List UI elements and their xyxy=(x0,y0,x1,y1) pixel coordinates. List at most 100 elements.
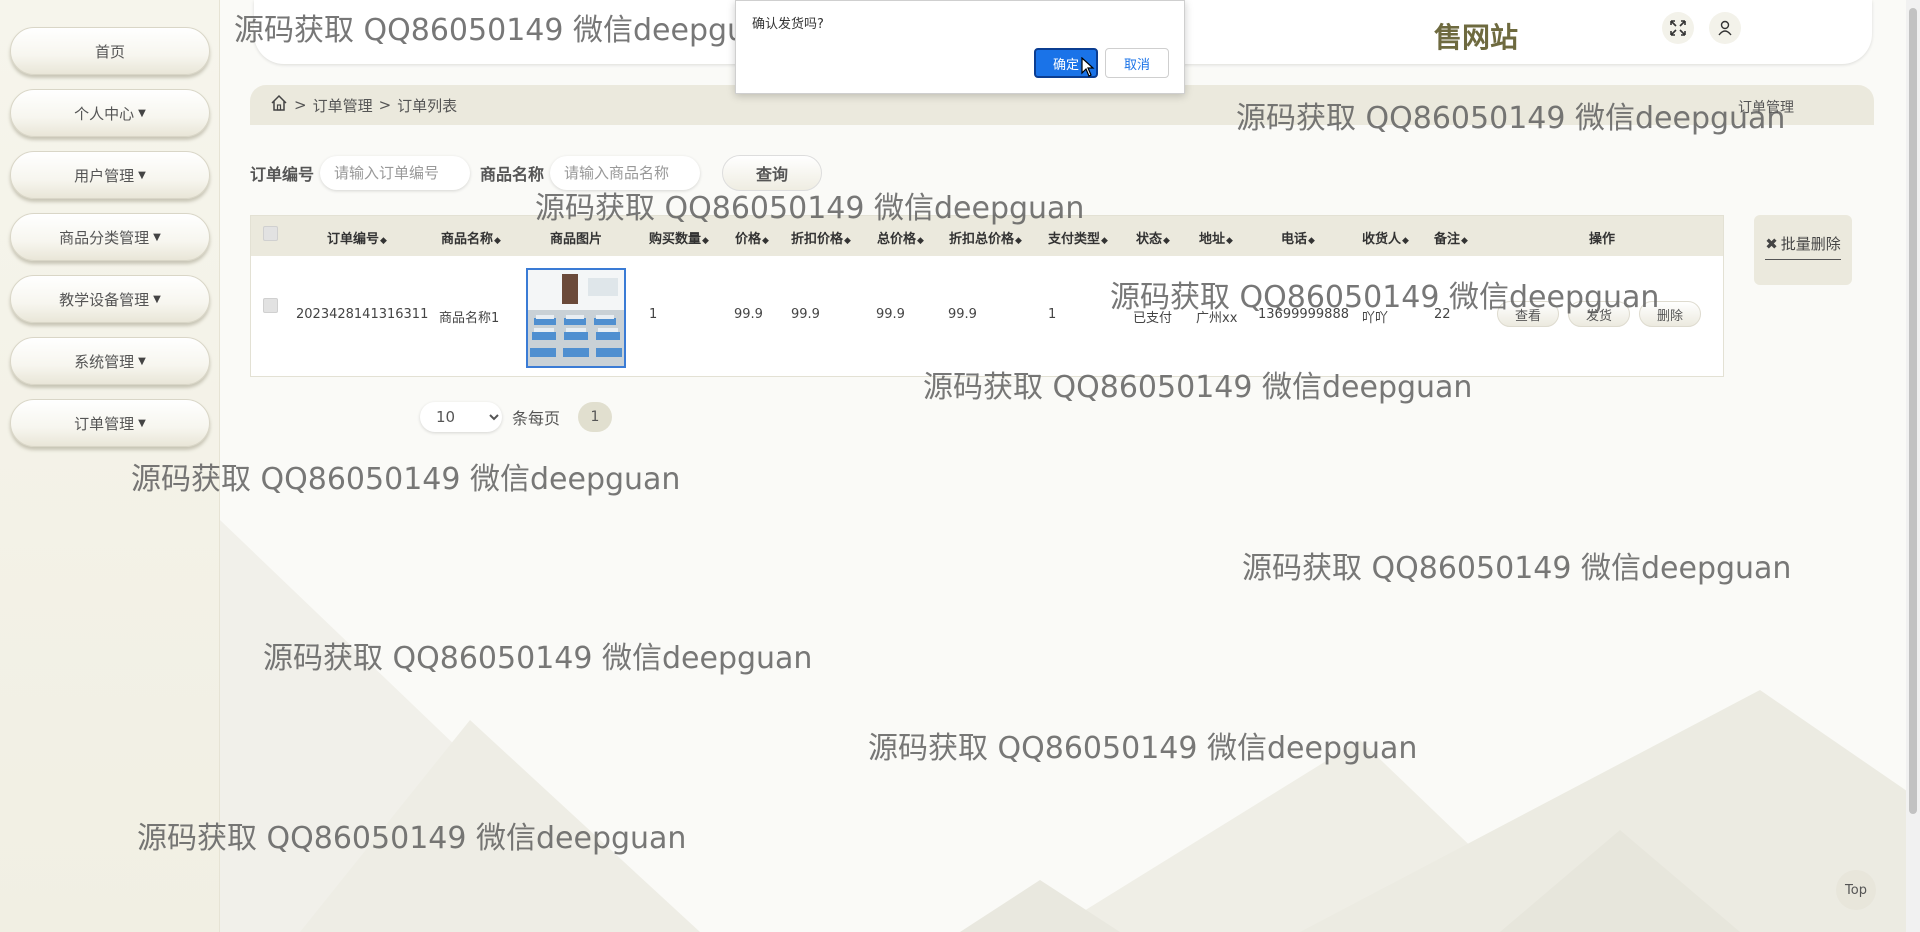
pay-type-cell: 1 xyxy=(1048,307,1057,322)
sidebar-item-label: 订单管理 xyxy=(74,414,135,433)
caret-down-icon: ▼ xyxy=(138,169,146,181)
fullscreen-icon[interactable] xyxy=(1662,12,1694,44)
column-header: 操作 xyxy=(1589,232,1616,247)
column-header: 商品图片 xyxy=(550,232,603,247)
row-checkbox[interactable] xyxy=(263,298,278,313)
sidebar-item-user-management[interactable]: 用户管理 ▼ xyxy=(10,151,210,199)
per-page-label: 条每页 xyxy=(512,409,561,428)
background-art xyxy=(220,520,1920,932)
column-header[interactable]: 收货人◆ xyxy=(1362,228,1409,247)
column-header[interactable]: 价格◆ xyxy=(735,228,769,247)
status-cell: 已支付 xyxy=(1133,311,1173,326)
column-header[interactable]: 状态◆ xyxy=(1136,228,1170,247)
sidebar-item-order-management[interactable]: 订单管理 ▼ xyxy=(10,399,210,447)
mouse-cursor-icon xyxy=(1081,57,1095,77)
select-all-checkbox[interactable] xyxy=(263,226,278,241)
sort-icon: ◆ xyxy=(1163,236,1170,246)
sort-icon: ◆ xyxy=(1308,236,1315,246)
product-name-cell: 商品名称1 xyxy=(439,311,500,326)
sort-icon: ◆ xyxy=(1226,236,1233,246)
column-header[interactable]: 备注◆ xyxy=(1434,228,1468,247)
quantity-cell: 1 xyxy=(649,307,658,322)
caret-down-icon: ▼ xyxy=(153,231,161,243)
breadcrumb-order-management[interactable]: 订单管理 xyxy=(313,95,373,116)
pagination: 10 条每页 1 xyxy=(420,402,613,432)
sidebar-item-label: 教学设备管理 xyxy=(59,290,150,309)
table-header: 订单编号◆ 商品名称◆ 商品图片 购买数量◆ 价格◆ 折扣价格◆ 总价格◆ 折扣… xyxy=(251,216,1723,256)
order-no-cell: 2023428141316311 xyxy=(296,307,429,322)
column-header[interactable]: 电话◆ xyxy=(1281,228,1315,247)
column-header[interactable]: 地址◆ xyxy=(1199,228,1233,247)
sidebar: 首页 个人中心 ▼ 用户管理 ▼ 商品分类管理 ▼ 教学设备管理 ▼ 系统管理 ▼ 订单管… xyxy=(0,0,220,932)
order-no-label: 订单编号 xyxy=(250,165,315,184)
page-scrollbar[interactable] xyxy=(1906,0,1920,932)
price-cell: 99.9 xyxy=(734,307,763,322)
sort-icon: ◆ xyxy=(702,236,709,246)
view-button[interactable]: 查看 xyxy=(1497,301,1559,327)
caret-down-icon: ▼ xyxy=(138,417,146,429)
back-to-top-button[interactable]: Top xyxy=(1836,870,1876,910)
caret-down-icon: ▼ xyxy=(153,293,161,305)
sidebar-item-label: 个人中心 xyxy=(74,104,135,123)
order-no-input[interactable] xyxy=(320,156,471,190)
page-size-select[interactable]: 10 xyxy=(420,402,502,432)
address-cell: 广州xx xyxy=(1196,311,1238,326)
sidebar-item-home[interactable]: 首页 xyxy=(10,27,210,75)
sort-icon: ◆ xyxy=(494,236,501,246)
column-header[interactable]: 购买数量◆ xyxy=(649,228,709,247)
discount-price-cell: 99.9 xyxy=(791,307,820,322)
ship-button[interactable]: 发货 xyxy=(1568,301,1630,327)
search-form: 订单编号 商品名称 查询 xyxy=(250,155,823,191)
breadcrumb-right-label: 订单管理 xyxy=(1738,100,1794,116)
close-icon: ✖ xyxy=(1765,235,1778,253)
sidebar-item-label: 系统管理 xyxy=(74,352,135,371)
sidebar-item-personal-center[interactable]: 个人中心 ▼ xyxy=(10,89,210,137)
batch-delete-label: 批量删除 xyxy=(1780,235,1841,253)
user-icon[interactable] xyxy=(1709,12,1741,44)
sidebar-item-label: 用户管理 xyxy=(74,166,135,185)
sort-icon: ◆ xyxy=(1101,236,1108,246)
caret-down-icon: ▼ xyxy=(138,107,146,119)
breadcrumb-separator: > xyxy=(378,96,392,114)
sort-icon: ◆ xyxy=(1015,236,1022,246)
sidebar-item-category-management[interactable]: 商品分类管理 ▼ xyxy=(10,213,210,261)
page-number[interactable]: 1 xyxy=(578,402,613,432)
site-title: 售网站 xyxy=(1434,21,1519,54)
sort-icon: ◆ xyxy=(762,236,769,246)
sidebar-item-label: 商品分类管理 xyxy=(59,228,150,247)
dialog-message: 确认发货吗? xyxy=(752,17,824,32)
query-button[interactable]: 查询 xyxy=(722,155,823,191)
column-header[interactable]: 商品名称◆ xyxy=(441,228,501,247)
order-table: 订单编号◆ 商品名称◆ 商品图片 购买数量◆ 价格◆ 折扣价格◆ 总价格◆ 折扣… xyxy=(250,215,1724,377)
breadcrumb-order-list: 订单列表 xyxy=(397,96,458,115)
caret-down-icon: ▼ xyxy=(138,355,146,367)
batch-delete-button[interactable]: ✖ 批量删除 xyxy=(1754,215,1852,285)
column-header[interactable]: 折扣总价格◆ xyxy=(949,228,1022,247)
column-header[interactable]: 折扣价格◆ xyxy=(791,228,851,247)
column-header[interactable]: 支付类型◆ xyxy=(1048,228,1108,247)
column-header[interactable]: 订单编号◆ xyxy=(327,228,387,247)
sidebar-item-system-management[interactable]: 系统管理 ▼ xyxy=(10,337,210,385)
delete-button[interactable]: 删除 xyxy=(1639,301,1701,327)
receiver-cell: 吖吖 xyxy=(1362,311,1389,326)
sort-icon: ◆ xyxy=(917,236,924,246)
sort-icon: ◆ xyxy=(844,236,851,246)
product-name-input[interactable] xyxy=(550,156,701,190)
sidebar-item-label: 首页 xyxy=(94,42,125,61)
sort-icon: ◆ xyxy=(1461,236,1468,246)
confirm-dialog: 确认发货吗? 确定 取消 xyxy=(735,0,1185,94)
product-image[interactable] xyxy=(526,268,626,368)
sort-icon: ◆ xyxy=(380,236,387,246)
sort-icon: ◆ xyxy=(1402,236,1409,246)
table-row: 2023428141316311 商品名称1 1 99.9 99.9 99.9 … xyxy=(251,256,1723,376)
breadcrumb-separator: > xyxy=(294,96,307,114)
sidebar-item-equipment-management[interactable]: 教学设备管理 ▼ xyxy=(10,275,210,323)
total-price-cell: 99.9 xyxy=(876,307,905,322)
dialog-cancel-button[interactable]: 取消 xyxy=(1105,48,1169,78)
scrollbar-thumb[interactable] xyxy=(1909,8,1917,814)
discount-total-cell: 99.9 xyxy=(948,307,977,322)
home-icon[interactable] xyxy=(270,94,288,116)
phone-cell: 13699999888 xyxy=(1258,307,1349,322)
column-header[interactable]: 总价格◆ xyxy=(877,228,924,247)
product-name-label: 商品名称 xyxy=(480,165,545,184)
